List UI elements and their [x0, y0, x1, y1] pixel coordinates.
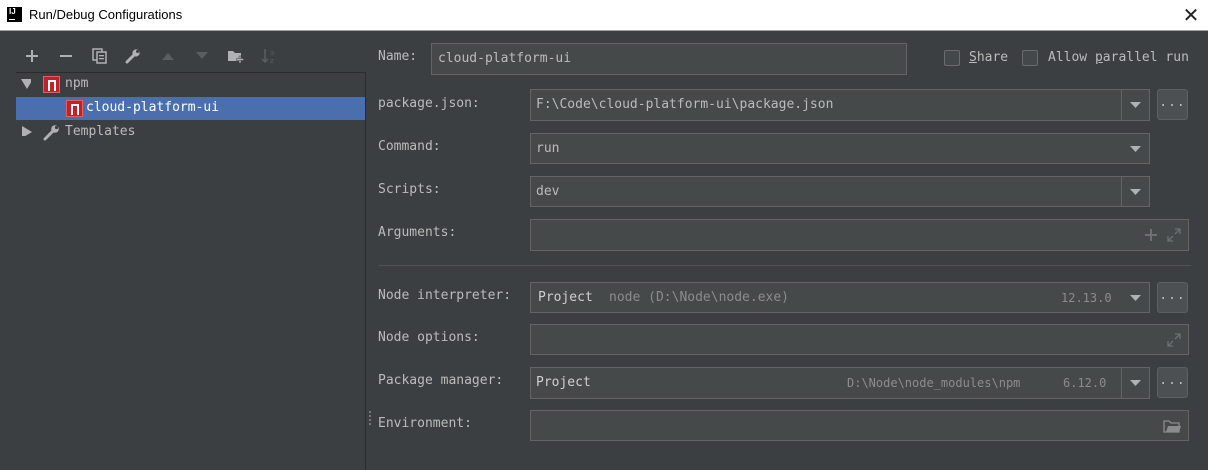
config-toolbar: az [16, 42, 366, 70]
move-down-icon [189, 42, 215, 70]
share-label[interactable]: Share [969, 50, 1008, 65]
command-combo[interactable]: run [530, 133, 1150, 164]
package-json-value: F:\Code\cloud-platform-ui\package.json [536, 97, 834, 112]
scripts-combo[interactable]: dev [530, 176, 1150, 207]
node-interpreter-browse-button[interactable]: ... [1157, 282, 1188, 313]
allow-parallel-run-checkbox[interactable] [1022, 50, 1038, 66]
arguments-label: Arguments: [378, 225, 457, 240]
close-icon[interactable]: ✕ [1180, 3, 1202, 27]
node-options-label: Node options: [378, 330, 480, 345]
scripts-value: dev [536, 184, 560, 199]
tree-node-npm[interactable]: npm [16, 73, 365, 96]
svg-text:z: z [270, 57, 274, 65]
tree-node-label: Templates [65, 124, 136, 139]
new-folder-icon[interactable] [223, 42, 249, 70]
add-icon[interactable] [1145, 229, 1157, 241]
package-manager-path: D:\Node\node_modules\npm [847, 376, 1021, 390]
package-json-combo[interactable]: F:\Code\cloud-platform-ui\package.json [530, 89, 1150, 121]
name-field[interactable]: cloud-platform-ui [431, 43, 907, 75]
package-manager-combo[interactable]: Project D:\Node\node_modules\npm 6.12.0 [530, 367, 1150, 399]
node-interpreter-combo[interactable]: Project node (D:\Node\node.exe) 12.13.0 [530, 282, 1150, 313]
copy-icon[interactable] [87, 42, 113, 70]
chevron-down-icon[interactable] [1121, 283, 1149, 312]
package-json-label: package.json: [378, 96, 480, 111]
arguments-field[interactable] [530, 219, 1189, 251]
node-interpreter-label: Node interpreter: [378, 288, 512, 303]
move-up-icon [155, 42, 181, 70]
package-manager-browse-button[interactable]: ... [1157, 367, 1188, 398]
splitter-grip-icon[interactable] [368, 410, 372, 428]
chevron-down-icon[interactable] [1121, 134, 1149, 163]
name-label: Name: [378, 49, 418, 64]
tree-node-templates[interactable]: Templates [16, 121, 365, 144]
tree-node-label: cloud-platform-ui [86, 100, 220, 115]
environment-field[interactable] [530, 410, 1189, 441]
title-bar: IJ Run/Debug Configurations ✕ [0, 0, 1208, 31]
chevron-down-icon[interactable] [1121, 90, 1149, 120]
scripts-label: Scripts: [378, 182, 441, 197]
collapsed-arrow-icon[interactable] [22, 126, 32, 136]
config-tree: npm cloud-platform-ui Templates [16, 72, 366, 470]
chevron-down-icon[interactable] [1121, 177, 1149, 206]
package-manager-version: 6.12.0 [1063, 376, 1107, 390]
command-value: run [536, 141, 560, 156]
expand-icon[interactable] [1167, 228, 1181, 242]
tree-node-label: npm [65, 76, 89, 91]
npm-icon [43, 76, 60, 93]
wrench-icon [43, 125, 59, 141]
package-manager-label: Package manager: [378, 373, 504, 388]
tree-node-cloud-platform-ui[interactable]: cloud-platform-ui [16, 97, 365, 120]
package-manager-value: Project [536, 375, 591, 390]
environment-label: Environment: [378, 416, 472, 431]
intellij-app-icon: IJ [7, 7, 22, 22]
remove-icon[interactable] [53, 42, 79, 70]
allow-parallel-run-label[interactable]: Allow parallel run [1048, 50, 1189, 65]
section-divider [378, 265, 1191, 266]
expand-arrow-icon[interactable] [21, 79, 31, 89]
folder-icon[interactable] [1163, 419, 1181, 433]
chevron-down-icon[interactable] [1121, 368, 1149, 398]
package-json-browse-button[interactable]: ... [1157, 89, 1188, 120]
svg-text:a: a [270, 49, 274, 57]
node-interpreter-path: node (D:\Node\node.exe) [609, 290, 790, 305]
node-interpreter-version: 12.13.0 [1061, 291, 1112, 305]
node-interpreter-value: Project [538, 290, 593, 305]
expand-icon[interactable] [1167, 333, 1181, 347]
share-checkbox[interactable] [944, 50, 960, 66]
command-label: Command: [378, 139, 441, 154]
window-title: Run/Debug Configurations [29, 7, 183, 22]
wrench-icon[interactable] [120, 42, 146, 70]
node-options-field[interactable] [530, 324, 1189, 355]
npm-icon [66, 100, 83, 117]
add-icon[interactable] [19, 42, 45, 70]
sort-icon: az [257, 42, 283, 70]
